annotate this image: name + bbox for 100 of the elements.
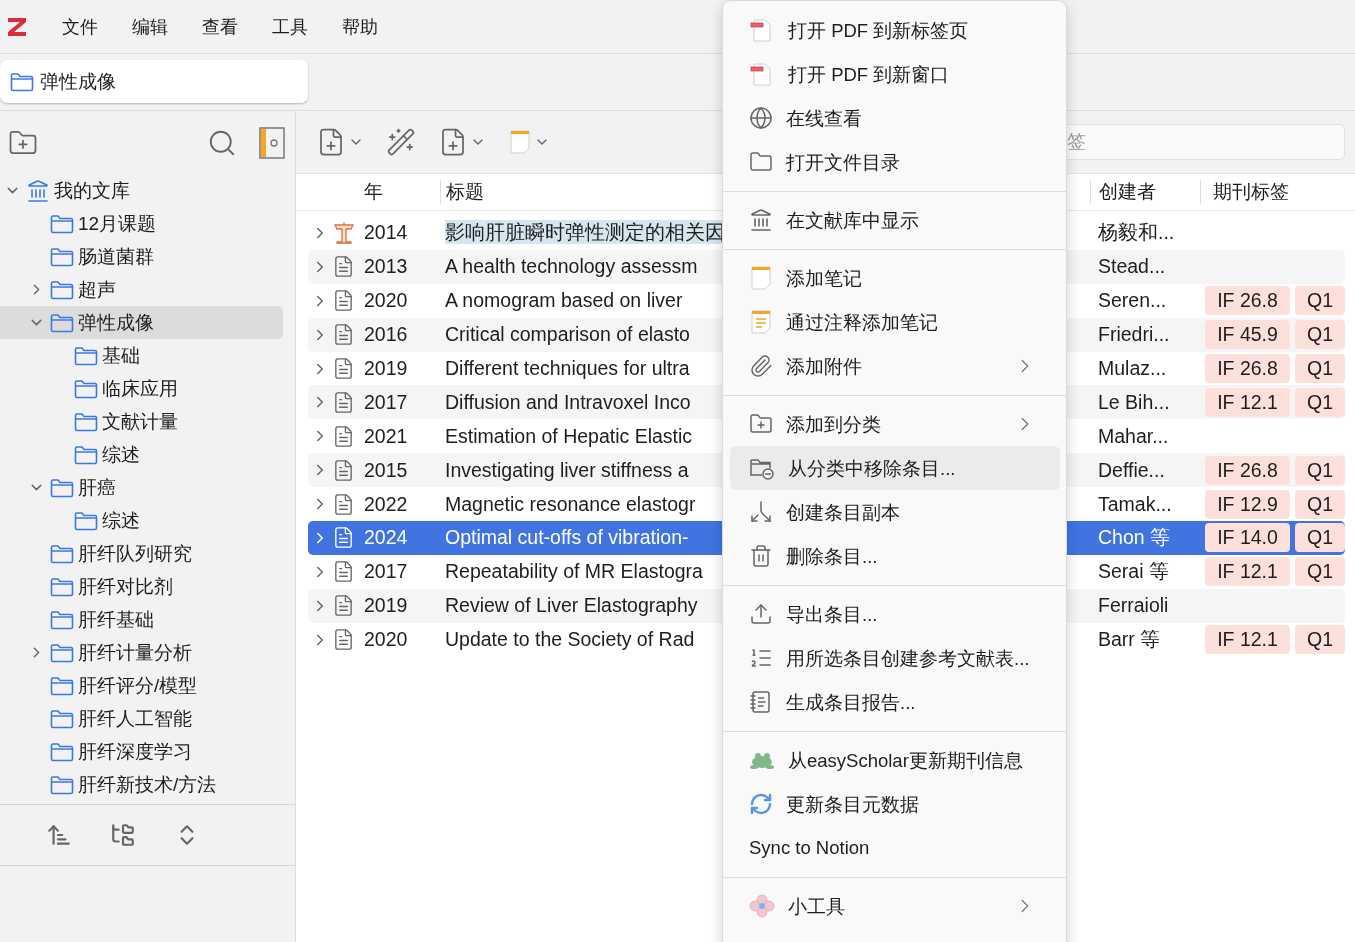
journal-tag: Q1 — [1295, 625, 1345, 655]
sort-icon[interactable] — [45, 822, 72, 848]
table-cell[interactable]: 2019 — [362, 357, 440, 380]
column-header[interactable]: 年 — [362, 180, 440, 204]
table-cell-text: Serai 等 — [1097, 559, 1170, 585]
tree-item[interactable]: 弹性成像 — [0, 306, 283, 339]
tree-item[interactable]: 肝纤深度学习 — [0, 735, 283, 768]
tree-item[interactable]: 12月课题 — [0, 207, 283, 240]
menu-item[interactable]: 添加笔记 — [730, 256, 1060, 300]
table-cell[interactable]: 2017 — [362, 560, 440, 584]
table-cell[interactable]: 2024 — [362, 526, 440, 550]
tree-item[interactable]: 肠道菌群 — [0, 240, 283, 273]
table-cell[interactable]: 2021 — [362, 424, 440, 448]
menu-item[interactable]: 添加到分类 — [730, 402, 1060, 446]
tree-item[interactable]: 肝纤评分/模型 — [0, 669, 283, 702]
table-cell-text: Mulaz... — [1097, 357, 1168, 380]
menu-item[interactable]: 打开 PDF 到新标签页 — [730, 8, 1060, 52]
tree-item[interactable]: 肝纤队列研究 — [0, 537, 283, 570]
menu-item[interactable]: 更新条目元数据 — [730, 782, 1060, 826]
menu-item[interactable]: 从easyScholar更新期刊信息 — [730, 738, 1060, 782]
upload-icon — [749, 602, 773, 626]
table-cell[interactable]: 2019 — [362, 594, 440, 618]
table-cell-text: Chon 等 — [1097, 525, 1172, 551]
column-header[interactable]: 期刊标签 — [1200, 180, 1345, 204]
menu-item[interactable]: 从分类中移除条目... — [730, 446, 1060, 490]
annotation-note-icon — [749, 309, 773, 335]
table-cell: A nomogram based on liver — [445, 288, 683, 313]
table-cell: Investigating liver stiffness a — [445, 457, 689, 482]
tree-item[interactable]: 肝纤计量分析 — [0, 636, 283, 669]
magic-wand-button[interactable] — [386, 127, 416, 157]
tab[interactable]: 弹性成像 — [0, 60, 308, 103]
numbered-list-icon — [749, 646, 773, 670]
folder-icon — [50, 213, 74, 234]
journal-tag: IF 14.0 — [1205, 523, 1290, 553]
menu-item[interactable]: 添加附件 — [730, 344, 1060, 388]
menu-item[interactable]: 文件 — [46, 10, 114, 43]
tree-item[interactable]: 肝纤对比剂 — [0, 570, 283, 603]
table-cell-text: Deffie... — [1097, 458, 1166, 482]
tree-item[interactable]: 临床应用 — [0, 372, 283, 405]
journal-tag: IF 12.1 — [1205, 387, 1290, 417]
tree-item[interactable]: 肝纤基础 — [0, 603, 283, 636]
folder-plus-icon — [749, 412, 773, 436]
table-cell: Estimation of Hepatic Elastic — [445, 423, 693, 448]
tree-item[interactable]: 超声 — [0, 273, 283, 306]
document-icon — [332, 628, 355, 652]
document-icon — [332, 458, 355, 482]
menu-item[interactable]: 通过注释添加笔记 — [730, 300, 1060, 344]
table-cell[interactable]: 2022 — [362, 492, 440, 516]
document-icon — [332, 526, 355, 550]
menu-item[interactable]: 打开 PDF 到新窗口 — [730, 52, 1060, 96]
menu-item[interactable]: Sync to Notion — [730, 826, 1060, 870]
table-cell: Repeatability of MR Elastogra — [445, 559, 703, 584]
table-cell[interactable]: 2014 — [362, 221, 440, 245]
table-cell-text: Stead... — [1097, 255, 1167, 279]
table-cell[interactable]: 2015 — [362, 458, 440, 482]
table-cell: Magnetic resonance elastogr — [445, 491, 696, 516]
menu-item[interactable]: 生成条目报告... — [730, 680, 1060, 724]
globe-icon — [749, 106, 773, 130]
folder-icon — [50, 675, 74, 696]
table-cell: Critical comparison of elasto — [445, 322, 690, 347]
tree-item[interactable]: 综述 — [0, 438, 283, 471]
menu-item[interactable]: 删除条目... — [730, 534, 1060, 578]
menu-item[interactable]: 编辑 — [116, 10, 184, 43]
app-logo[interactable] — [6, 15, 28, 38]
tree-item[interactable]: 我的文库 — [0, 174, 283, 207]
table-cell-text: Friedri... — [1097, 323, 1171, 347]
table-cell[interactable]: 2016 — [362, 323, 440, 347]
menu-item[interactable]: 在文献库中显示 — [730, 198, 1060, 242]
menu-item[interactable]: 导出条目... — [730, 592, 1060, 636]
journal-tag: Q1 — [1295, 557, 1345, 587]
table-cell[interactable]: 2013 — [362, 255, 440, 279]
tree-item[interactable]: 综述 — [0, 504, 283, 537]
table-cell[interactable]: 2017 — [362, 390, 440, 414]
table-cell[interactable]: 2020 — [362, 289, 440, 313]
menu-item[interactable]: 小工具 — [730, 884, 1060, 928]
menu-item[interactable]: 帮助 — [326, 10, 394, 43]
pane-toggle-icon[interactable] — [259, 126, 285, 159]
tree-item[interactable]: 肝纤新技术/方法 — [0, 768, 283, 801]
column-header[interactable]: 创建者 — [1090, 180, 1200, 204]
document-icon — [332, 289, 355, 313]
tree-item[interactable]: 肝癌 — [0, 471, 283, 504]
menu-item[interactable]: 查看 — [186, 10, 254, 43]
fork-icon — [749, 500, 773, 524]
menu-item[interactable]: 创建条目副本 — [730, 490, 1060, 534]
table-cell[interactable]: 2020 — [362, 628, 440, 652]
tree-item[interactable]: 文献计量 — [0, 405, 283, 438]
table-cell-text: Le Bih... — [1097, 390, 1171, 414]
folder-tree-icon[interactable] — [109, 822, 136, 848]
tree-item[interactable]: 基础 — [0, 339, 283, 372]
journal-tag: IF 45.9 — [1205, 320, 1290, 350]
table-cell-text: Seren... — [1097, 289, 1168, 313]
folder-icon — [50, 246, 74, 267]
table-cell: Diffusion and Intravoxel Inco — [445, 389, 691, 414]
tree-item[interactable]: 肝纤人工智能 — [0, 702, 283, 735]
journal-tag: Q1 — [1295, 455, 1345, 485]
folder-icon — [50, 642, 74, 663]
menu-item[interactable]: 工具 — [256, 10, 324, 43]
menu-item[interactable]: 用所选条目创建参考文献表... — [730, 636, 1060, 680]
table-cell: Different techniques for ultra — [445, 356, 690, 380]
folder-icon — [10, 71, 34, 92]
